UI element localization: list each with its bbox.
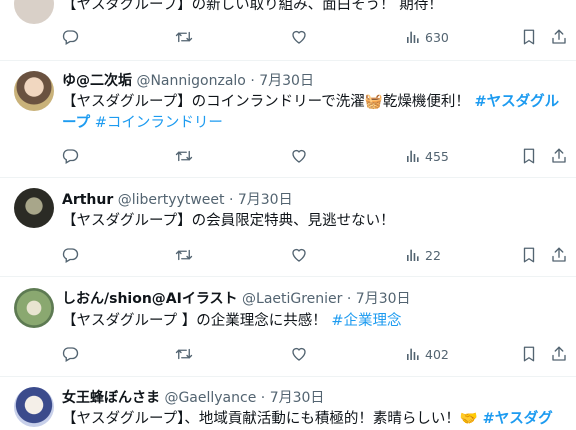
tweet-date[interactable]: 7月30日 (356, 291, 411, 307)
author-name[interactable]: Arthur (62, 192, 113, 208)
avatar[interactable] (14, 0, 54, 24)
tweet-text: 【ヤスダグループ】の新しい取り組み、面白そう！ 期待！ (62, 0, 568, 16)
reply-icon[interactable] (60, 344, 80, 364)
reply-icon[interactable] (60, 146, 80, 166)
views-value: 630 (425, 29, 449, 45)
views-value: 402 (425, 346, 449, 362)
bookmark-icon[interactable] (519, 146, 539, 166)
author-handle[interactable]: @Gaellyance (164, 390, 256, 406)
views-icon (405, 346, 421, 362)
retweet-icon[interactable] (174, 146, 194, 166)
tweet-date[interactable]: 7月30日 (270, 390, 325, 406)
separator-dot: · (250, 73, 255, 89)
share-icon[interactable] (549, 245, 569, 265)
views-count[interactable]: 402 (405, 344, 449, 364)
tweet-text: 【ヤスダグループ】のコインランドリーで洗濯🧺乾燥機便利！ #ヤスダグル ープ #… (62, 92, 568, 134)
author-name[interactable]: 女王蜂ぼんさま (62, 390, 160, 406)
tweet-actions: 455 (0, 146, 576, 166)
author-name[interactable]: ゆ@二次垢 (62, 73, 132, 89)
views-icon (405, 148, 421, 164)
avatar[interactable] (14, 387, 54, 427)
tweet-text: 【ヤスダグループ】、地域貢献活動にも積極的！素晴らしい！🤝 #ヤスダグ (62, 409, 568, 430)
tweet-header: Arthur @libertyytweet · 7月30日 (62, 191, 293, 209)
tweet[interactable]: ゆ@二次垢 @Nannigonzalo · 7月30日 【ヤスダグループ】のコイ… (0, 61, 576, 178)
views-value: 455 (425, 148, 449, 164)
views-icon (405, 29, 421, 45)
views-value: 22 (425, 247, 441, 263)
hashtag-link[interactable]: ープ (62, 115, 90, 131)
hashtag-link[interactable]: #コインランドリー (95, 115, 223, 131)
retweet-icon[interactable] (174, 344, 194, 364)
tweet-actions: 402 (0, 344, 576, 364)
like-icon[interactable] (289, 146, 309, 166)
avatar[interactable] (14, 188, 54, 228)
tweet-actions: 22 (0, 245, 576, 265)
tweet-date[interactable]: 7月30日 (238, 192, 293, 208)
views-count[interactable]: 455 (405, 146, 449, 166)
views-count[interactable]: 630 (405, 27, 449, 47)
bookmark-icon[interactable] (519, 27, 539, 47)
like-icon[interactable] (289, 27, 309, 47)
like-icon[interactable] (289, 245, 309, 265)
tweet[interactable]: 女王蜂ぼんさま @Gaellyance · 7月30日 【ヤスダグループ】、地域… (0, 377, 576, 430)
retweet-icon[interactable] (174, 27, 194, 47)
tweet-header: 女王蜂ぼんさま @Gaellyance · 7月30日 (62, 389, 324, 407)
tweet-text: 【ヤスダグループ】の会員限定特典、見逃せない！ (62, 211, 568, 232)
author-handle[interactable]: @LaetiGrenier (242, 291, 342, 307)
bookmark-icon[interactable] (519, 344, 539, 364)
tweet-text-content: 【ヤスダグループ】、地域貢献活動にも積極的！素晴らしい！ (62, 411, 460, 427)
tweet-text: 【ヤスダグループ 】の企業理念に共感！ #企業理念 (62, 311, 568, 332)
hashtag-link[interactable]: #ヤスダグ (483, 411, 553, 427)
tweet-text-content: 乾燥機便利！ (382, 94, 470, 110)
author-handle[interactable]: @libertyytweet (118, 192, 225, 208)
hashtag-link[interactable]: #企業理念 (331, 313, 401, 329)
bookmark-icon[interactable] (519, 245, 539, 265)
separator-dot: · (228, 192, 234, 208)
tweet-date[interactable]: 7月30日 (259, 73, 314, 89)
share-icon[interactable] (549, 344, 569, 364)
tweet-text-content: 【ヤスダグループ】のコインランドリーで洗濯 (62, 94, 365, 110)
retweet-icon[interactable] (174, 245, 194, 265)
laundry-basket-emoji: 🧺 (364, 94, 383, 110)
author-name[interactable]: しおん/shion@AIイラスト (62, 291, 238, 307)
author-handle[interactable]: @Nannigonzalo (136, 73, 245, 89)
hashtag-link[interactable]: #ヤスダグル (474, 94, 559, 110)
avatar[interactable] (14, 71, 54, 111)
share-icon[interactable] (549, 27, 569, 47)
tweet[interactable]: しおん/shion@AIイラスト @LaetiGrenier · 7月30日 【… (0, 277, 576, 377)
tweet-header: ゆ@二次垢 @Nannigonzalo · 7月30日 (62, 72, 314, 90)
views-count[interactable]: 22 (405, 245, 441, 265)
share-icon[interactable] (549, 146, 569, 166)
like-icon[interactable] (289, 344, 309, 364)
tweet-text-content: 【ヤスダグループ】の新しい取り組み、面白そう！ 期待！ (62, 0, 443, 13)
tweet-header: しおん/shion@AIイラスト @LaetiGrenier · 7月30日 (62, 290, 411, 308)
separator-dot: · (346, 291, 352, 307)
separator-dot: · (260, 390, 266, 406)
tweet[interactable]: Arthur @libertyytweet · 7月30日 【ヤスダグループ】の… (0, 178, 576, 277)
reply-icon[interactable] (60, 245, 80, 265)
views-icon (405, 247, 421, 263)
tweet-actions: 630 (0, 27, 576, 47)
avatar[interactable] (14, 288, 54, 328)
tweet-text-content: 【ヤスダグループ 】の企業理念に共感！ (62, 313, 327, 329)
tweet-text-content: 【ヤスダグループ】の会員限定特典、見逃せない！ (62, 213, 395, 229)
reply-icon[interactable] (60, 27, 80, 47)
tweet[interactable]: 【ヤスダグループ】の新しい取り組み、面白そう！ 期待！ 630 (0, 0, 576, 61)
handshake-emoji: 🤝 (459, 411, 478, 427)
